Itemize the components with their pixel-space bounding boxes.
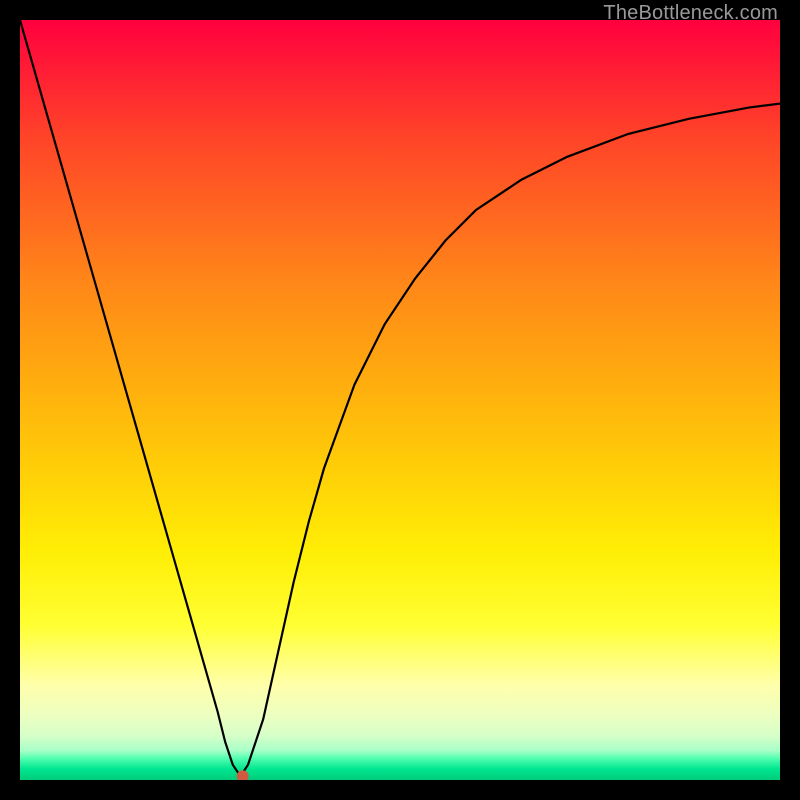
plot-area — [20, 20, 780, 780]
bottleneck-curve-svg — [20, 20, 780, 780]
chart-frame — [20, 20, 780, 780]
watermark-text: TheBottleneck.com — [603, 2, 778, 25]
bottleneck-curve-path — [20, 20, 780, 776]
